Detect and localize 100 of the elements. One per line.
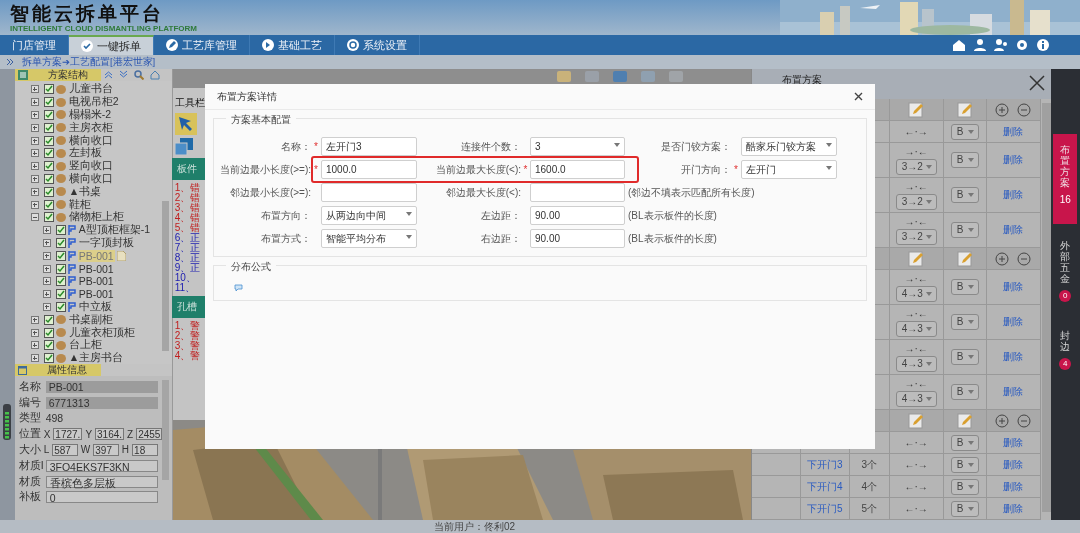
expand-toggle[interactable]: [42, 277, 51, 286]
select-field[interactable]: 智能平均分布: [321, 229, 417, 248]
input-field[interactable]: 2455: [136, 428, 163, 441]
side-select[interactable]: B: [950, 123, 979, 140]
tree-item[interactable]: 左封板: [67, 146, 103, 161]
checkbox[interactable]: [43, 199, 54, 210]
order-select[interactable]: 4→3: [895, 320, 937, 337]
tree-item[interactable]: 横向收口: [67, 133, 114, 148]
tree-item[interactable]: 竖向收口: [67, 159, 114, 174]
order-select[interactable]: 3→2: [895, 158, 937, 175]
checkbox[interactable]: [43, 122, 54, 133]
input-field[interactable]: 18: [132, 443, 158, 456]
expand-toggle[interactable]: [30, 354, 39, 363]
checkbox[interactable]: [43, 173, 54, 184]
input-field[interactable]: 90.00: [530, 229, 625, 248]
collapse-toggle[interactable]: [30, 213, 39, 222]
tree-item[interactable]: 一字顶封板: [77, 235, 135, 250]
checkbox[interactable]: [55, 263, 66, 274]
expand-toggle[interactable]: [30, 85, 39, 94]
side-select[interactable]: B: [950, 187, 979, 203]
collapse-all-icon[interactable]: [118, 70, 128, 79]
input-field[interactable]: 左开门3: [321, 137, 417, 156]
side-select[interactable]: B: [950, 478, 979, 495]
side-tab[interactable]: 布置方案 16: [1053, 134, 1078, 224]
add-icon[interactable]: [995, 413, 1010, 428]
checkbox[interactable]: [55, 250, 66, 261]
checkbox[interactable]: [43, 161, 54, 172]
tree-item[interactable]: 台上柜: [67, 338, 103, 353]
side-select[interactable]: B: [950, 279, 979, 295]
expand-icon[interactable]: [6, 58, 14, 66]
tree-item[interactable]: ▲主房书台: [67, 351, 125, 366]
side-select[interactable]: B: [950, 500, 979, 517]
checkbox[interactable]: [43, 212, 54, 223]
expand-toggle[interactable]: [30, 98, 39, 107]
checkbox[interactable]: [55, 276, 66, 287]
copy-icon[interactable]: [174, 138, 193, 155]
input-field[interactable]: 397: [93, 443, 119, 456]
checkbox[interactable]: [55, 301, 66, 312]
scrollbar[interactable]: [1041, 103, 1051, 512]
expand-toggle[interactable]: [30, 111, 39, 119]
scrollbar[interactable]: [161, 201, 169, 351]
side-select[interactable]: B: [950, 222, 979, 238]
input-field[interactable]: 3164.: [95, 428, 125, 441]
expand-all-icon[interactable]: [103, 70, 113, 79]
select-field[interactable]: 酷家乐门铰方案: [741, 137, 837, 156]
expand-toggle[interactable]: [30, 328, 39, 337]
checkbox[interactable]: [43, 148, 54, 159]
tree-item[interactable]: 主房衣柜: [67, 120, 114, 135]
input-field[interactable]: [321, 183, 417, 202]
side-tab[interactable]: 封边 4: [1053, 322, 1078, 382]
checkbox[interactable]: [43, 186, 54, 197]
side-select[interactable]: B: [950, 152, 979, 168]
expand-toggle[interactable]: [42, 251, 51, 260]
tree-item[interactable]: 电视吊柜2: [67, 95, 120, 110]
order-select[interactable]: 4→3: [895, 390, 937, 407]
select-field[interactable]: 左开门: [741, 160, 837, 179]
checkbox[interactable]: [43, 97, 54, 108]
tree-item[interactable]: PB-001: [77, 275, 115, 288]
expand-toggle[interactable]: [42, 238, 51, 247]
remove-icon[interactable]: [1017, 413, 1032, 428]
add-icon[interactable]: [995, 102, 1010, 117]
search-icon[interactable]: [133, 70, 144, 80]
checkbox[interactable]: [43, 110, 54, 120]
checkbox[interactable]: [43, 314, 54, 325]
tree-item[interactable]: 榻榻米-2: [67, 108, 112, 122]
tree-item[interactable]: PB-001: [77, 262, 115, 275]
expand-toggle[interactable]: [30, 187, 39, 196]
tree-item[interactable]: ▲书桌: [67, 184, 103, 199]
remove-icon[interactable]: [1017, 251, 1032, 266]
input-field[interactable]: 香槟色多层板: [45, 475, 158, 488]
order-select[interactable]: 4→3: [895, 285, 937, 302]
tree-item[interactable]: 横向收口: [67, 172, 114, 186]
checkbox[interactable]: [43, 353, 54, 364]
input-field[interactable]: 3FO4EKS7F3KN: [45, 459, 158, 472]
pointer-icon[interactable]: [174, 113, 197, 135]
expand-toggle[interactable]: [30, 200, 39, 209]
order-select[interactable]: 3→2: [895, 228, 937, 245]
side-select[interactable]: B: [950, 314, 979, 330]
settings-icon[interactable]: [1015, 38, 1029, 52]
input-field[interactable]: 587: [52, 443, 78, 456]
expand-toggle[interactable]: [30, 341, 39, 350]
checkbox[interactable]: [43, 135, 54, 146]
tree-item[interactable]: 中立板: [77, 299, 113, 314]
tree-item[interactable]: PB-001: [77, 288, 115, 301]
expand-toggle[interactable]: [42, 264, 51, 273]
order-select[interactable]: 3→2: [895, 193, 937, 210]
expand-toggle[interactable]: [30, 315, 39, 324]
expand-toggle[interactable]: [30, 149, 39, 158]
side-select[interactable]: B: [950, 434, 979, 451]
input-field[interactable]: 0: [45, 491, 158, 504]
side-select[interactable]: B: [950, 456, 979, 473]
expand-toggle[interactable]: [42, 226, 51, 235]
checkbox[interactable]: [43, 84, 54, 95]
input-field[interactable]: 90.00: [530, 206, 625, 225]
user-icon[interactable]: [973, 38, 987, 52]
input-field[interactable]: [530, 183, 625, 202]
tree-item[interactable]: 鞋柜: [67, 197, 92, 212]
checkbox[interactable]: [55, 289, 66, 300]
close-icon[interactable]: [1028, 75, 1045, 91]
side-tab[interactable]: 外部五金 0: [1053, 232, 1078, 314]
